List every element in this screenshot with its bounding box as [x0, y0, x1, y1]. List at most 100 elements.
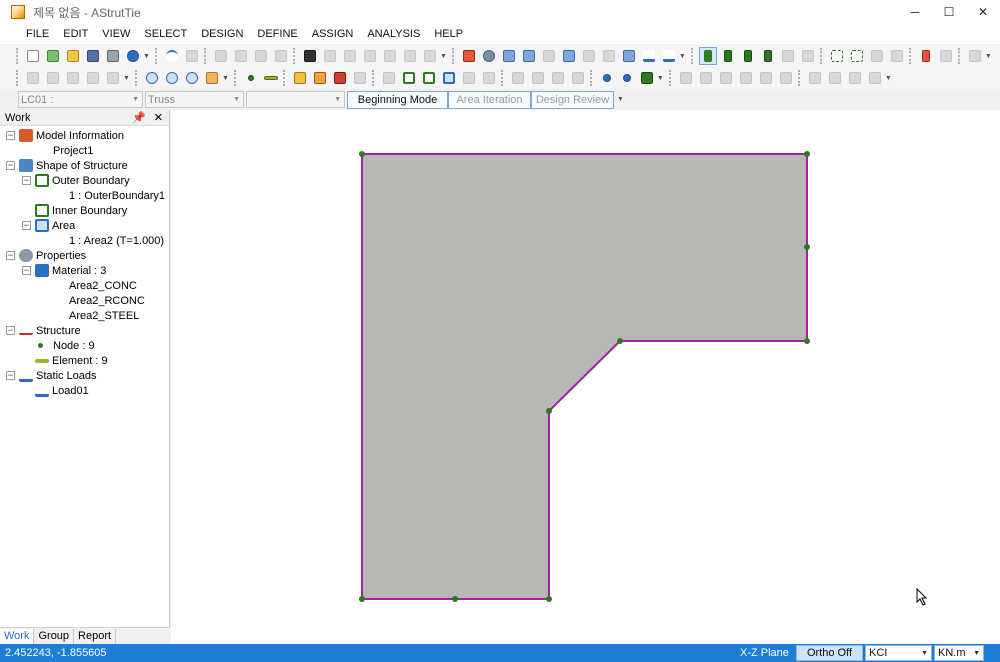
save-icon[interactable]: [84, 47, 102, 65]
new-file-icon[interactable]: [24, 47, 42, 65]
design-tool-icon[interactable]: [600, 47, 618, 65]
tree-item-element[interactable]: Element : 9: [35, 353, 108, 368]
window-select-icon[interactable]: [888, 47, 906, 65]
result-tool-icon[interactable]: [717, 69, 735, 87]
menu-design[interactable]: DESIGN: [194, 24, 250, 44]
tree-item-project[interactable]: Project1: [53, 143, 93, 158]
toolbar-grip[interactable]: [16, 70, 19, 86]
result-tool-icon[interactable]: [826, 69, 844, 87]
chevron-down-icon[interactable]: ▼: [885, 75, 892, 82]
collapse-icon[interactable]: −: [22, 221, 31, 230]
pin-icon[interactable]: 📌: [132, 111, 146, 124]
zoom-in-icon[interactable]: [143, 69, 161, 87]
area-iteration-button[interactable]: Area Iteration: [448, 90, 531, 109]
collapse-icon[interactable]: −: [6, 161, 15, 170]
modify-tool-icon[interactable]: [509, 69, 527, 87]
node-3[interactable]: [804, 244, 810, 250]
undo-icon[interactable]: [163, 47, 181, 65]
tree-item-outer-boundary-1[interactable]: 1 : OuterBoundary1: [69, 188, 165, 203]
edit-tool-icon[interactable]: [341, 47, 359, 65]
display-option-icon[interactable]: [638, 69, 656, 87]
beginning-mode-button[interactable]: Beginning Mode: [347, 90, 448, 109]
menu-define[interactable]: DEFINE: [250, 24, 304, 44]
collapse-icon[interactable]: −: [6, 251, 15, 260]
mesh-icon[interactable]: [331, 69, 349, 87]
redo-icon[interactable]: [183, 47, 201, 65]
load-arrows-icon[interactable]: [640, 47, 658, 65]
close-button[interactable]: ✕: [966, 0, 1000, 24]
boundary-tool-icon[interactable]: [480, 69, 498, 87]
select-tool-icon[interactable]: [252, 47, 270, 65]
tree-item-node[interactable]: Node : 9: [38, 338, 95, 353]
chevron-down-icon[interactable]: ▼: [143, 53, 150, 60]
inner-boundary-icon[interactable]: [420, 69, 438, 87]
draw-node-icon[interactable]: [242, 69, 260, 87]
chevron-down-icon[interactable]: ▼: [617, 96, 624, 103]
binoculars-icon[interactable]: [301, 47, 319, 65]
tab-group[interactable]: Group: [34, 628, 75, 644]
print-icon[interactable]: [104, 47, 122, 65]
view-tool-icon[interactable]: [64, 69, 82, 87]
select-arrow-icon[interactable]: [779, 47, 797, 65]
result-tool-icon[interactable]: [737, 69, 755, 87]
tree-item-area[interactable]: − Area: [22, 218, 75, 233]
ortho-toggle[interactable]: Ortho Off: [796, 645, 863, 661]
collapse-icon[interactable]: −: [6, 371, 15, 380]
third-select[interactable]: ▼: [246, 91, 345, 108]
tree-item-material-conc[interactable]: Area2_CONC: [69, 278, 137, 293]
menu-edit[interactable]: EDIT: [56, 24, 95, 44]
toolbar-grip[interactable]: [957, 48, 961, 64]
tree-item-model-information[interactable]: − Model Information: [6, 128, 124, 143]
toolbar-grip[interactable]: [233, 70, 237, 86]
node-8[interactable]: [452, 596, 458, 602]
load-case-select[interactable]: LC01 : ▼: [18, 91, 143, 108]
tree-item-inner-boundary[interactable]: Inner Boundary: [35, 203, 127, 218]
design-tool-icon[interactable]: [540, 47, 558, 65]
node-9[interactable]: [359, 596, 365, 602]
maximize-button[interactable]: ☐: [932, 0, 966, 24]
design-code-select[interactable]: KCI ▼: [865, 645, 932, 661]
model-type-select[interactable]: Truss ▼: [145, 91, 244, 108]
chevron-down-icon[interactable]: ▼: [222, 75, 229, 82]
select-tool-icon[interactable]: [232, 47, 250, 65]
view-tool-icon[interactable]: [24, 69, 42, 87]
menu-file[interactable]: FILE: [19, 24, 56, 44]
toolbar-grip[interactable]: [203, 48, 207, 64]
window-select-icon[interactable]: [828, 47, 846, 65]
tree-item-properties[interactable]: − Properties: [6, 248, 86, 263]
toolbar-grip[interactable]: [500, 70, 504, 86]
node-1[interactable]: [359, 151, 365, 157]
design-tool-icon[interactable]: [620, 47, 638, 65]
result-tool-icon[interactable]: [777, 69, 795, 87]
modify-tool-icon[interactable]: [569, 69, 587, 87]
menu-assign[interactable]: ASSIGN: [305, 24, 361, 44]
pan-hand-icon[interactable]: [203, 69, 221, 87]
node-number-icon[interactable]: [598, 69, 616, 87]
select-arrow-icon[interactable]: [799, 47, 817, 65]
edit-tool-icon[interactable]: [421, 47, 439, 65]
draw-tool-icon[interactable]: [351, 69, 369, 87]
tree-item-material-steel[interactable]: Area2_STEEL: [69, 308, 139, 323]
model-canvas[interactable]: [171, 110, 1000, 644]
open-folder-icon[interactable]: [64, 47, 82, 65]
result-tool-icon[interactable]: [677, 69, 695, 87]
tab-report[interactable]: Report: [74, 628, 117, 644]
toolbar-grip[interactable]: [690, 48, 694, 64]
menu-help[interactable]: HELP: [427, 24, 470, 44]
chevron-down-icon[interactable]: ▼: [123, 75, 130, 82]
window-select-icon[interactable]: [848, 47, 866, 65]
menu-select[interactable]: SELECT: [137, 24, 194, 44]
toolbar-grip[interactable]: [134, 70, 138, 86]
toolbar-grip[interactable]: [908, 48, 912, 64]
edit-tool-icon[interactable]: [321, 47, 339, 65]
help-icon[interactable]: [124, 47, 142, 65]
result-tool-icon[interactable]: [846, 69, 864, 87]
analysis-icon[interactable]: [460, 47, 478, 65]
grid-icon[interactable]: [311, 69, 329, 87]
zoom-fit-icon[interactable]: [183, 69, 201, 87]
element-number-icon[interactable]: [618, 69, 636, 87]
support-icon[interactable]: [660, 47, 678, 65]
view-tool-icon[interactable]: [44, 69, 62, 87]
menu-view[interactable]: VIEW: [95, 24, 137, 44]
draw-element-icon[interactable]: [262, 69, 280, 87]
